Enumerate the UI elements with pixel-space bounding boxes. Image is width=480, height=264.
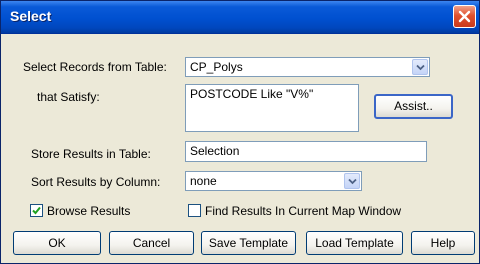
cancel-button[interactable]: Cancel: [109, 231, 194, 255]
sort-column-value: none: [190, 174, 217, 188]
assist-button[interactable]: Assist..: [374, 94, 453, 119]
title-bar[interactable]: Select: [1, 1, 479, 34]
store-label: Store Results in Table:: [31, 147, 151, 161]
sort-label: Sort Results by Column:: [31, 175, 161, 189]
table-select-value: CP_Polys: [190, 60, 243, 74]
chevron-down-icon: [416, 64, 425, 71]
sort-column-dropdown-button[interactable]: [344, 173, 360, 189]
close-button[interactable]: [453, 5, 476, 28]
close-icon: [458, 10, 471, 23]
store-table-field[interactable]: Selection: [185, 141, 427, 162]
help-button[interactable]: Help: [411, 231, 475, 255]
expression-value: POSTCODE Like "V%": [190, 87, 314, 101]
table-select-dropdown-button[interactable]: [412, 59, 428, 75]
checkmark-icon: [32, 206, 41, 215]
table-select[interactable]: CP_Polys: [185, 57, 430, 77]
window-title: Select: [10, 8, 52, 24]
chevron-down-icon: [348, 178, 357, 185]
store-table-value: Selection: [190, 144, 240, 158]
select-dialog: Select Select Records from Table: CP_Pol…: [0, 0, 480, 264]
find-results-checkbox[interactable]: [188, 204, 201, 217]
load-template-button[interactable]: Load Template: [306, 231, 403, 255]
select-from-label: Select Records from Table:: [23, 60, 167, 74]
save-template-button[interactable]: Save Template: [201, 231, 296, 255]
browse-results-label: Browse Results: [47, 204, 131, 218]
find-results-label: Find Results In Current Map Window: [205, 204, 402, 218]
sort-column-select[interactable]: none: [185, 171, 362, 191]
expression-field[interactable]: POSTCODE Like "V%": [185, 84, 359, 132]
ok-button[interactable]: OK: [13, 231, 101, 255]
browse-results-checkbox[interactable]: [30, 204, 43, 217]
satisfy-label: that Satisfy:: [37, 90, 100, 104]
